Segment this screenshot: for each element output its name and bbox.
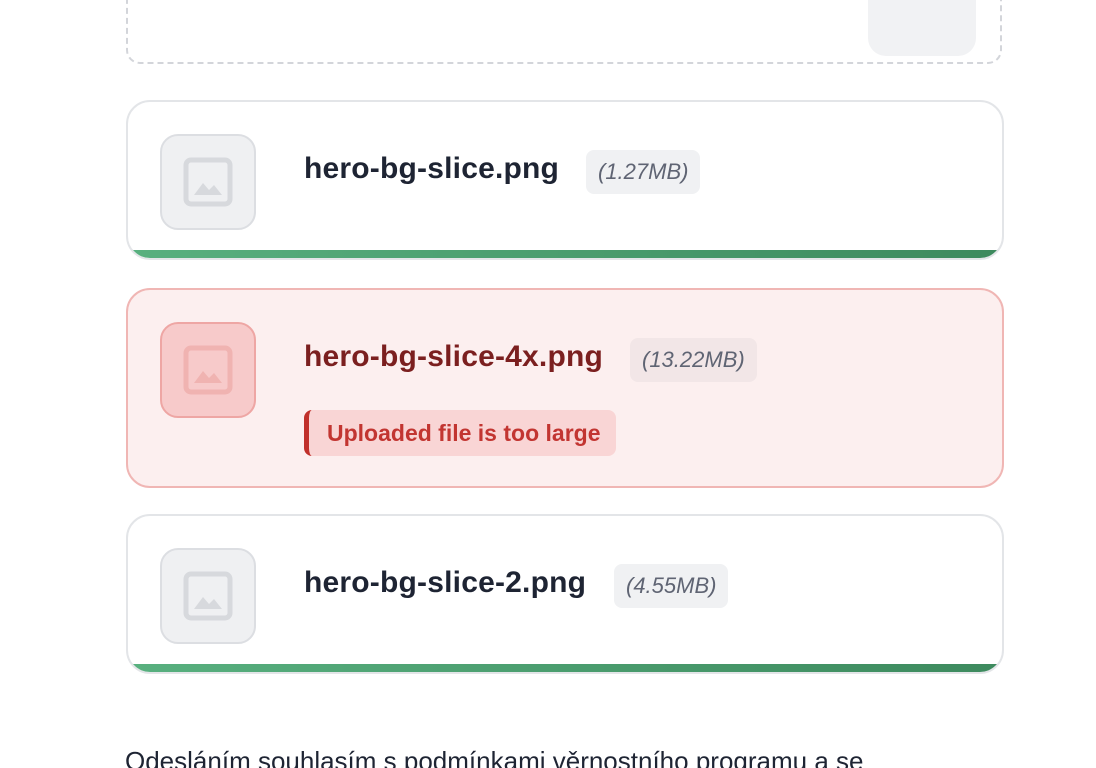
file-size-badge: (4.55MB) <box>614 564 729 608</box>
upload-error-message: Uploaded file is too large <box>304 410 617 456</box>
upload-progress-fill <box>128 250 1002 258</box>
upload-progress-fill <box>128 664 1002 672</box>
dropzone-thumbnail <box>868 0 976 56</box>
upload-page: hero-bg-slice.png (1.27MB) hero-bg-slice… <box>0 0 1096 768</box>
file-name: hero-bg-slice-2.png <box>304 566 587 599</box>
file-card: hero-bg-slice-2.png (4.55MB) <box>126 514 1004 674</box>
consent-text: Odesláním souhlasím s podmínkami věrnost… <box>125 746 864 768</box>
file-card: hero-bg-slice.png (1.27MB) <box>126 100 1004 260</box>
file-card-error: hero-bg-slice-4x.png (13.22MB) Uploaded … <box>126 288 1004 488</box>
file-size-badge: (1.27MB) <box>586 150 701 194</box>
file-name: hero-bg-slice-4x.png <box>304 340 604 373</box>
image-icon <box>160 134 256 230</box>
image-icon <box>160 548 256 644</box>
upload-progress-bar <box>128 250 1002 258</box>
image-icon <box>160 322 256 418</box>
file-name: hero-bg-slice.png <box>304 152 560 185</box>
file-dropzone[interactable] <box>126 0 1002 64</box>
upload-progress-bar <box>128 664 1002 672</box>
file-size-badge: (13.22MB) <box>630 338 757 382</box>
